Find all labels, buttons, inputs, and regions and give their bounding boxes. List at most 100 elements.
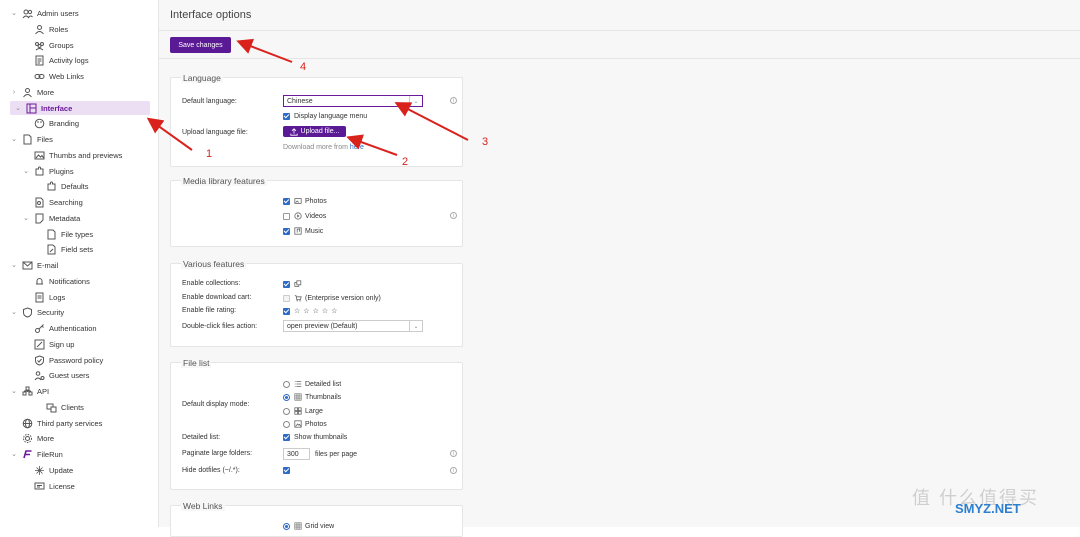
shield-check-icon xyxy=(34,354,45,366)
star-icon: ☆ xyxy=(312,308,319,315)
sidebar-item-more[interactable]: More xyxy=(10,431,54,445)
show-thumbnails-option[interactable]: Show thumbnails xyxy=(283,434,347,441)
dotfiles-option[interactable] xyxy=(283,467,294,474)
log-icon xyxy=(34,292,45,303)
show-thumbnails-checkbox[interactable] xyxy=(283,434,290,441)
chevron-down-icon[interactable]: ⌄ xyxy=(409,96,422,106)
sidebar-item-searching[interactable]: Searching xyxy=(22,195,83,209)
chevron-icon[interactable]: ⌄ xyxy=(10,308,18,316)
media-music-option[interactable]: Music xyxy=(283,227,323,235)
sidebar-item-e-mail[interactable]: ⌄ E-mail xyxy=(10,258,58,272)
layout-icon xyxy=(26,103,37,114)
chevron-icon[interactable]: ⌄ xyxy=(10,450,18,458)
chevron-icon[interactable]: ⌄ xyxy=(22,214,30,222)
sidebar-item-thumbs-and-previews[interactable]: Thumbs and previews xyxy=(22,148,122,162)
sidebar-item-label: Field sets xyxy=(61,244,94,254)
sidebar-item-metadata[interactable]: ⌄ Metadata xyxy=(22,211,80,225)
sidebar-item-plugins[interactable]: ⌄ Plugins xyxy=(22,164,74,178)
sidebar-item-files[interactable]: ⌄ Files xyxy=(10,132,53,146)
collections-option[interactable] xyxy=(283,280,305,288)
sidebar-item-roles[interactable]: Roles xyxy=(22,22,68,36)
display-language-menu-option[interactable]: Display language menu xyxy=(283,113,367,120)
paginate-suffix: files per page xyxy=(315,450,358,458)
chevron-icon[interactable]: ⌄ xyxy=(10,9,18,17)
photos-checkbox[interactable] xyxy=(283,197,290,205)
chevron-icon[interactable]: ⌄ xyxy=(10,135,18,143)
sidebar-item-admin-users[interactable]: ⌄ Admin users xyxy=(10,6,79,20)
large-grid-icon xyxy=(294,407,302,415)
mode-detailed-list[interactable]: Detailed list xyxy=(283,380,341,388)
annotation-label-2: 2 xyxy=(402,156,409,168)
large-radio[interactable] xyxy=(283,407,290,415)
mode-photos[interactable]: Photos xyxy=(283,420,327,428)
rating-checkbox[interactable] xyxy=(283,307,290,315)
info-icon[interactable]: i xyxy=(450,450,457,457)
dblclick-action-select[interactable]: open preview (Default) ⌄ xyxy=(283,320,423,332)
upload-file-button[interactable]: Upload file... xyxy=(283,126,346,137)
sidebar-item-label: Password policy xyxy=(49,355,104,365)
sidebar-item-defaults[interactable]: Defaults xyxy=(34,179,89,193)
detailed-list-radio[interactable] xyxy=(283,380,290,388)
toolbar-divider xyxy=(159,58,1080,59)
guest-icon xyxy=(34,370,45,381)
grid-view-radio[interactable] xyxy=(283,522,290,530)
sidebar-item-field-sets[interactable]: Field sets xyxy=(34,242,93,256)
music-checkbox[interactable] xyxy=(283,227,290,235)
paginate-input[interactable]: 300 xyxy=(283,448,310,460)
videos-checkbox[interactable] xyxy=(283,212,290,220)
sidebar-item-password-policy[interactable]: Password policy xyxy=(22,353,103,367)
info-icon[interactable]: i xyxy=(450,467,457,474)
sidebar-item-security[interactable]: ⌄ Security xyxy=(10,305,64,319)
default-language-select[interactable]: Chinese ⌄ xyxy=(283,95,423,107)
sidebar-item-authentication[interactable]: Authentication xyxy=(22,321,97,335)
videos-label: Videos xyxy=(305,212,327,220)
watermark-site: SMYZ.NET xyxy=(955,501,1021,516)
chevron-down-icon[interactable]: ⌄ xyxy=(409,321,422,331)
sidebar-item-interface[interactable]: ⌄ Interface xyxy=(10,101,150,115)
sidebar-item-label: Branding xyxy=(49,118,80,128)
sidebar-item-more[interactable]: › More xyxy=(10,85,54,99)
rating-option[interactable]: ☆ ☆ ☆ ☆ ☆ xyxy=(283,307,337,315)
sidebar-item-notifications[interactable]: Notifications xyxy=(22,274,90,288)
sidebar-item-web-links[interactable]: Web Links xyxy=(22,69,84,83)
save-changes-button[interactable]: Save changes xyxy=(170,37,231,53)
edit-file-icon xyxy=(46,244,57,255)
sidebar-item-filerun[interactable]: ⌄ FileRun xyxy=(10,447,63,461)
media-photos-option[interactable]: Photos xyxy=(283,197,327,205)
chevron-icon[interactable]: ⌄ xyxy=(10,261,18,269)
sidebar-item-third-party-services[interactable]: Third party services xyxy=(10,416,102,430)
photos-radio[interactable] xyxy=(283,420,290,428)
sidebar-item-logs[interactable]: Logs xyxy=(22,290,65,304)
sidebar-item-api[interactable]: ⌄ API xyxy=(10,384,49,398)
sidebar-item-sign-up[interactable]: Sign up xyxy=(22,337,74,351)
download-here-link[interactable]: here xyxy=(350,144,364,151)
sidebar-item-update[interactable]: Update xyxy=(22,463,73,477)
chevron-icon[interactable]: ⌄ xyxy=(14,104,22,112)
chevron-icon[interactable]: ⌄ xyxy=(10,387,18,395)
collections-icon xyxy=(294,280,302,288)
sidebar-item-file-types[interactable]: File types xyxy=(34,227,93,241)
sidebar-item-branding[interactable]: Branding xyxy=(22,116,79,130)
mode-large[interactable]: Large xyxy=(283,407,323,415)
sidebar-item-label: Searching xyxy=(49,197,83,207)
sidebar-item-clients[interactable]: Clients xyxy=(34,400,84,414)
thumbnails-radio[interactable] xyxy=(283,393,290,401)
mode-thumbnails[interactable]: Thumbnails xyxy=(283,393,341,401)
chevron-icon[interactable]: ⌄ xyxy=(22,167,30,175)
chevron-icon[interactable]: › xyxy=(10,89,18,96)
web-links-grid-option[interactable]: Grid view xyxy=(283,522,334,530)
media-videos-option[interactable]: Videos xyxy=(283,212,326,220)
info-icon[interactable]: i xyxy=(450,97,457,104)
collections-checkbox[interactable] xyxy=(283,280,290,288)
sidebar-item-groups[interactable]: Groups xyxy=(22,38,74,52)
sidebar-item-activity-logs[interactable]: Activity logs xyxy=(22,53,89,67)
cart-icon xyxy=(294,294,302,302)
file-list-section: File list Detailed list Thumbnails Defau… xyxy=(170,358,463,490)
display-language-menu-checkbox[interactable] xyxy=(283,113,290,120)
sidebar-item-label: Plugins xyxy=(49,166,74,176)
dotfiles-checkbox[interactable] xyxy=(283,467,290,474)
info-icon[interactable]: i xyxy=(450,212,457,219)
sidebar-item-guest-users[interactable]: Guest users xyxy=(22,368,89,382)
detailed-list-setting-label: Detailed list: xyxy=(182,434,221,441)
sidebar-item-license[interactable]: License xyxy=(22,479,75,493)
